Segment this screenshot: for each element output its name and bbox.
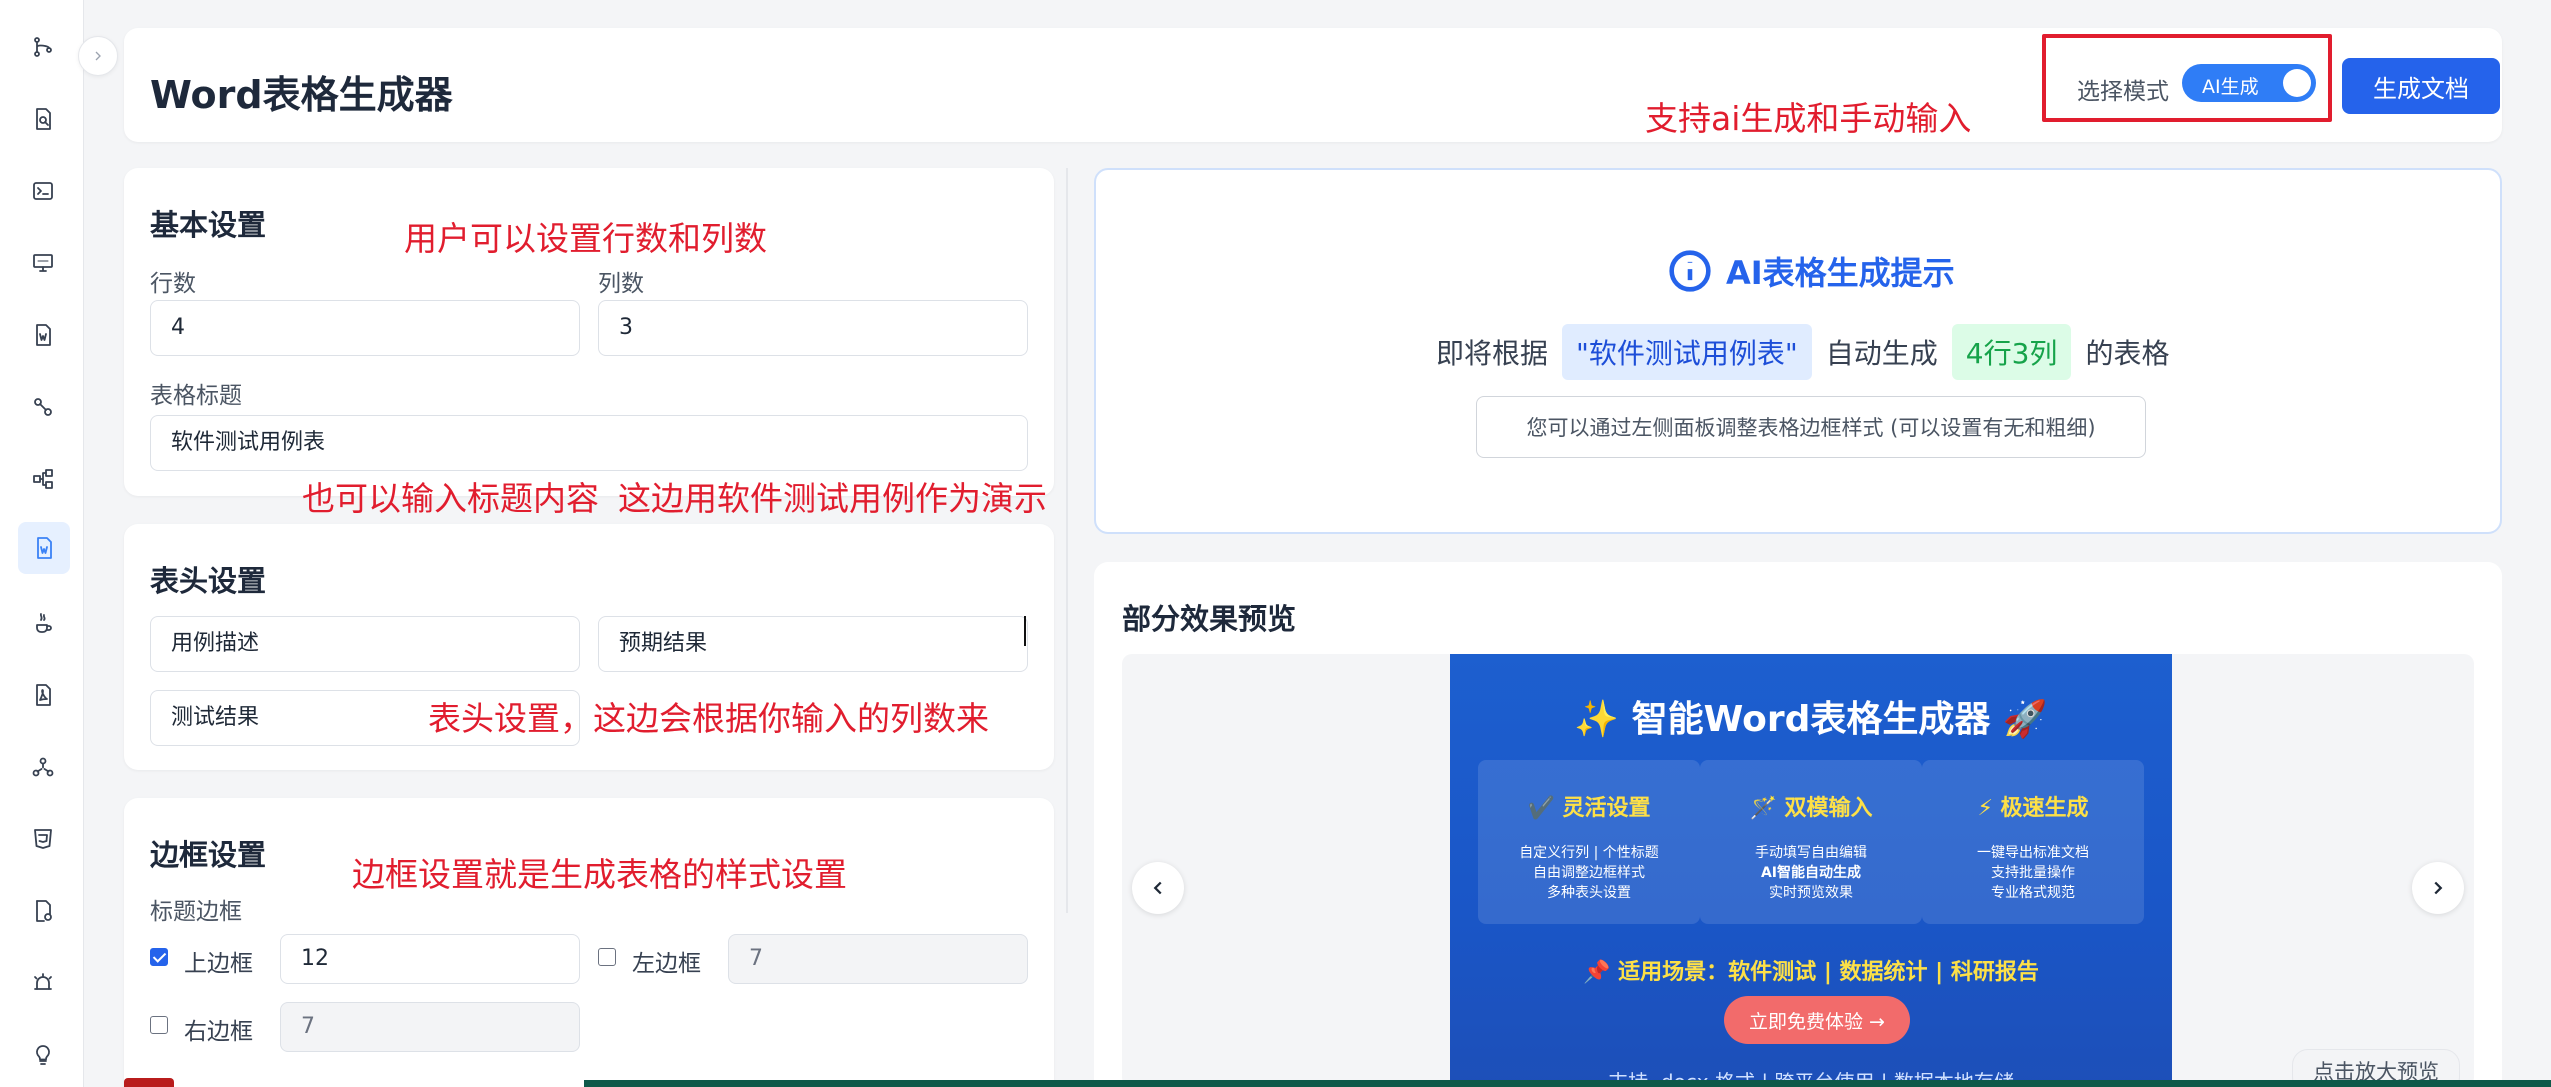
ai-hint-suffix: 的表格 bbox=[2085, 337, 2170, 370]
ai-hint-title-chip: "软件测试用例表" bbox=[1562, 324, 1812, 380]
terminal-icon[interactable] bbox=[26, 174, 60, 208]
feature-card-flexible: ✔️ 灵活设置 自定义行列 | 个性标题 自由调整边框样式 多种表头设置 bbox=[1478, 760, 1700, 924]
word-file-icon[interactable] bbox=[26, 318, 60, 352]
ai-hint-heading: AI表格生成提示 bbox=[1668, 248, 1955, 294]
title-border-label: 标题边框 bbox=[150, 899, 242, 925]
feature-card-fast: ⚡ 极速生成 一键导出标准文档 支持批量操作 专业格式规范 bbox=[1922, 760, 2144, 924]
left-border-checkbox[interactable] bbox=[598, 948, 616, 966]
banner-title: ✨ 智能Word表格生成器 🚀 bbox=[1574, 699, 2048, 740]
feature-line: 手动填写自由编辑 bbox=[1755, 845, 1867, 861]
chevron-right-icon bbox=[2434, 881, 2443, 895]
preview-card: 部分效果预览 ✨ 智能Word表格生成器 🚀 ✔️ 灵活设置 自定义行列 | 个… bbox=[1094, 562, 2502, 1087]
java-cup-icon[interactable] bbox=[26, 606, 60, 640]
feature-title: ⚡ 极速生成 bbox=[1977, 796, 2089, 821]
mode-label: 选择模式 bbox=[2077, 79, 2169, 105]
ai-hint-title: AI表格生成提示 bbox=[1726, 254, 1955, 292]
annotation-border: 边框设置就是生成表格的样式设置 bbox=[352, 855, 847, 894]
annotation-headers: 表头设置，这边会根据你输入的列数来 bbox=[428, 699, 989, 738]
sql-monitor-icon[interactable] bbox=[26, 246, 60, 280]
mode-toggle-text: AI生成 bbox=[2202, 76, 2259, 98]
lightbulb-icon[interactable] bbox=[26, 1038, 60, 1072]
table-title-input[interactable]: 软件测试用例表 bbox=[150, 415, 1028, 471]
carousel-next-button[interactable] bbox=[2412, 862, 2464, 914]
page-header: Word表格生成器 选择模式 AI生成 生成文档 bbox=[124, 28, 2502, 142]
rows-label: 行数 bbox=[150, 271, 196, 297]
file-settings-icon[interactable] bbox=[26, 894, 60, 928]
bottom-red-tab bbox=[124, 1078, 174, 1087]
file-search-icon[interactable] bbox=[26, 102, 60, 136]
generate-document-button[interactable]: 生成文档 bbox=[2342, 58, 2500, 114]
ai-hint-note: 您可以通过左侧面板调整表格边框样式 (可以设置有无和粗细) bbox=[1476, 396, 2146, 458]
feature-line: 专业格式规范 bbox=[1991, 885, 2075, 901]
feature-card-dual-input: 🪄 双模输入 手动填写自由编辑 AI智能自动生成 实时预览效果 bbox=[1700, 760, 1922, 924]
header-input-2[interactable]: 预期结果 bbox=[598, 616, 1028, 672]
alarm-icon[interactable] bbox=[26, 966, 60, 1000]
link-chain-icon[interactable] bbox=[26, 390, 60, 424]
preview-carousel: ✨ 智能Word表格生成器 🚀 ✔️ 灵活设置 自定义行列 | 个性标题 自由调… bbox=[1122, 654, 2474, 1087]
top-border-checkbox[interactable] bbox=[150, 948, 168, 966]
table-title-label: 表格标题 bbox=[150, 383, 242, 409]
header-settings-title: 表头设置 bbox=[150, 564, 267, 598]
right-border-width-input[interactable]: 7 bbox=[280, 1002, 580, 1052]
carousel-prev-button[interactable] bbox=[1132, 862, 1184, 914]
top-border-width-input[interactable]: 12 bbox=[280, 934, 580, 984]
basic-settings-title: 基本设置 bbox=[150, 208, 267, 242]
preview-banner-image[interactable]: ✨ 智能Word表格生成器 🚀 ✔️ 灵活设置 自定义行列 | 个性标题 自由调… bbox=[1450, 654, 2172, 1087]
chevron-left-icon bbox=[1153, 881, 1162, 895]
sidebar bbox=[0, 0, 84, 1087]
mode-toggle-knob bbox=[2283, 69, 2311, 97]
bottom-status-strip bbox=[584, 1080, 2551, 1087]
feature-line: 自由调整边框样式 bbox=[1533, 865, 1645, 881]
ai-hint-prefix: 即将根据 bbox=[1436, 337, 1549, 370]
network-nodes-icon[interactable] bbox=[26, 750, 60, 784]
feature-line: 自定义行列 | 个性标题 bbox=[1519, 845, 1659, 861]
chevron-right-icon bbox=[95, 51, 101, 61]
annotation-mode: 支持ai生成和手动输入 bbox=[1645, 99, 1972, 138]
border-settings-title: 边框设置 bbox=[150, 838, 267, 872]
git-branch-icon[interactable] bbox=[26, 30, 60, 64]
text-cursor bbox=[1024, 616, 1026, 646]
panel-divider[interactable] bbox=[1066, 168, 1068, 913]
ai-hint-middle: 自动生成 bbox=[1825, 337, 1938, 370]
feature-line: 一键导出标准文档 bbox=[1977, 845, 2089, 861]
feature-line: 实时预览效果 bbox=[1769, 885, 1853, 901]
annotation-title-input: 也可以输入标题内容 bbox=[302, 479, 599, 518]
top-border-label: 上边框 bbox=[184, 951, 253, 977]
mode-toggle[interactable]: AI生成 bbox=[2182, 64, 2316, 102]
feature-title: 🪄 双模输入 bbox=[1749, 796, 1873, 821]
border-settings-card: 边框设置 标题边框 上边框 12 左边框 7 右边框 7 bbox=[124, 798, 1054, 1087]
ai-hint-line: 即将根据 "软件测试用例表" 自动生成 4行3列 的表格 bbox=[1436, 324, 2169, 380]
pdf-file-icon[interactable] bbox=[26, 678, 60, 712]
banner-scenario: 📌 适用场景：软件测试 | 数据统计 | 科研报告 bbox=[1583, 960, 2039, 985]
flowchart-icon[interactable] bbox=[26, 462, 60, 496]
feature-line: AI智能自动生成 bbox=[1760, 865, 1862, 881]
left-border-width-input[interactable]: 7 bbox=[728, 934, 1028, 984]
right-border-label: 右边框 bbox=[184, 1019, 253, 1045]
preview-title: 部分效果预览 bbox=[1122, 602, 1297, 636]
annotation-rows-cols: 用户可以设置行数和列数 bbox=[404, 219, 767, 258]
cols-input[interactable]: 3 bbox=[598, 300, 1028, 356]
feature-title: ✔️ 灵活设置 bbox=[1527, 796, 1651, 821]
rows-input[interactable]: 4 bbox=[150, 300, 580, 356]
left-border-label: 左边框 bbox=[632, 951, 701, 977]
sidebar-collapse-button[interactable] bbox=[78, 36, 118, 76]
word-table-icon[interactable] bbox=[18, 522, 70, 574]
right-border-checkbox[interactable] bbox=[150, 1016, 168, 1034]
ai-hint-card: AI表格生成提示 即将根据 "软件测试用例表" 自动生成 4行3列 的表格 您可… bbox=[1094, 168, 2502, 534]
ai-hint-size-chip: 4行3列 bbox=[1951, 324, 2072, 380]
feature-line: 多种表头设置 bbox=[1547, 885, 1631, 901]
header-input-1[interactable]: 用例描述 bbox=[150, 616, 580, 672]
cols-label: 列数 bbox=[598, 271, 644, 297]
info-icon bbox=[1669, 250, 1711, 292]
html5-icon[interactable] bbox=[26, 822, 60, 856]
banner-cta-button: 立即免费体验 → bbox=[1724, 996, 1910, 1044]
feature-line: 支持批量操作 bbox=[1991, 865, 2075, 881]
page-title: Word表格生成器 bbox=[150, 73, 453, 117]
annotation-demo: 这边用软件测试用例作为演示 bbox=[618, 479, 1047, 518]
